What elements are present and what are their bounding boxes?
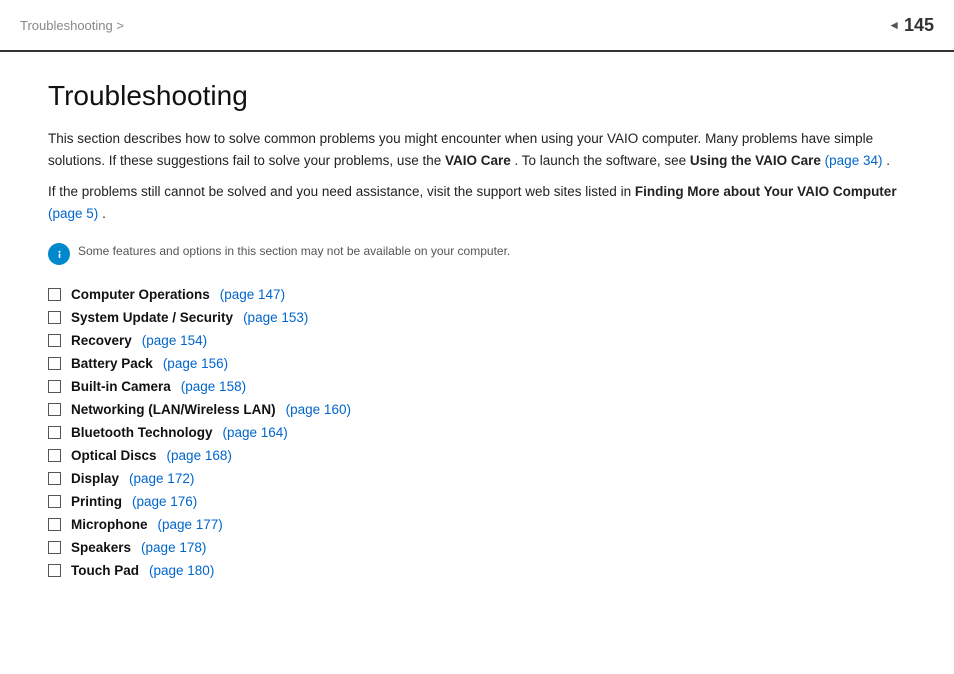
toc-item: Optical Discs (page 168) xyxy=(48,448,906,463)
toc-item: Recovery (page 154) xyxy=(48,333,906,348)
page-34-link[interactable]: (page 34) xyxy=(825,153,883,168)
toc-item: Battery Pack (page 156) xyxy=(48,356,906,371)
toc-item-link[interactable]: (page 147) xyxy=(220,287,285,302)
toc-item-link[interactable]: (page 177) xyxy=(158,517,223,532)
toc-checkbox xyxy=(48,426,61,439)
toc-item-label: Speakers xyxy=(71,540,131,555)
toc-item: Printing (page 176) xyxy=(48,494,906,509)
toc-item: System Update / Security (page 153) xyxy=(48,310,906,325)
toc-checkbox xyxy=(48,564,61,577)
vaio-care-bold: VAIO Care xyxy=(445,153,511,168)
toc-item-link[interactable]: (page 180) xyxy=(149,563,214,578)
toc-item-link[interactable]: (page 153) xyxy=(243,310,308,325)
toc-checkbox xyxy=(48,518,61,531)
toc-checkbox xyxy=(48,472,61,485)
toc-list: Computer Operations (page 147) System Upd… xyxy=(48,287,906,578)
toc-checkbox xyxy=(48,449,61,462)
toc-checkbox xyxy=(48,403,61,416)
header: Troubleshooting > 145 xyxy=(0,0,954,52)
toc-item-label: Optical Discs xyxy=(71,448,157,463)
toc-item: Computer Operations (page 147) xyxy=(48,287,906,302)
toc-item-link[interactable]: (page 154) xyxy=(142,333,207,348)
toc-item-link[interactable]: (page 160) xyxy=(286,402,351,417)
toc-item-label: Touch Pad xyxy=(71,563,139,578)
toc-item: Microphone (page 177) xyxy=(48,517,906,532)
toc-item-link[interactable]: (page 158) xyxy=(181,379,246,394)
toc-checkbox xyxy=(48,380,61,393)
main-content: Troubleshooting This section describes h… xyxy=(0,52,954,614)
toc-item-link[interactable]: (page 164) xyxy=(223,425,288,440)
toc-item-link[interactable]: (page 156) xyxy=(163,356,228,371)
finding-more-bold: Finding More about Your VAIO Computer xyxy=(635,184,897,199)
toc-item-link[interactable]: (page 176) xyxy=(132,494,197,509)
intro-text-1c: . xyxy=(886,153,890,168)
toc-item: Touch Pad (page 180) xyxy=(48,563,906,578)
toc-checkbox xyxy=(48,495,61,508)
toc-item: Bluetooth Technology (page 164) xyxy=(48,425,906,440)
toc-item: Built-in Camera (page 158) xyxy=(48,379,906,394)
toc-item-label: Bluetooth Technology xyxy=(71,425,213,440)
note-icon xyxy=(48,243,70,265)
toc-item-label: Networking (LAN/Wireless LAN) xyxy=(71,402,276,417)
intro-text-1b: . To launch the software, see xyxy=(515,153,690,168)
toc-checkbox xyxy=(48,311,61,324)
breadcrumb: Troubleshooting > xyxy=(20,18,124,33)
toc-item-label: Recovery xyxy=(71,333,132,348)
note-box: Some features and options in this sectio… xyxy=(48,242,906,265)
toc-item-label: Printing xyxy=(71,494,122,509)
note-text: Some features and options in this sectio… xyxy=(78,242,510,260)
toc-item-link[interactable]: (page 178) xyxy=(141,540,206,555)
using-vaio-care-bold: Using the VAIO Care xyxy=(690,153,821,168)
toc-item-label: System Update / Security xyxy=(71,310,233,325)
intro-text-2a: If the problems still cannot be solved a… xyxy=(48,184,635,199)
toc-item-label: Battery Pack xyxy=(71,356,153,371)
toc-item-link[interactable]: (page 172) xyxy=(129,471,194,486)
intro-paragraph-2: If the problems still cannot be solved a… xyxy=(48,181,906,224)
toc-item-link[interactable]: (page 168) xyxy=(167,448,232,463)
toc-checkbox xyxy=(48,334,61,347)
toc-item-label: Display xyxy=(71,471,119,486)
toc-item: Speakers (page 178) xyxy=(48,540,906,555)
toc-item-label: Computer Operations xyxy=(71,287,210,302)
intro-paragraph-1: This section describes how to solve comm… xyxy=(48,128,906,171)
page-number: 145 xyxy=(888,15,934,36)
intro-text-2b: . xyxy=(102,206,106,221)
toc-checkbox xyxy=(48,357,61,370)
page-5-link[interactable]: (page 5) xyxy=(48,206,98,221)
toc-checkbox xyxy=(48,288,61,301)
toc-item-label: Built-in Camera xyxy=(71,379,171,394)
toc-item-label: Microphone xyxy=(71,517,148,532)
toc-checkbox xyxy=(48,541,61,554)
page-title: Troubleshooting xyxy=(48,80,906,112)
toc-item: Networking (LAN/Wireless LAN) (page 160) xyxy=(48,402,906,417)
toc-item: Display (page 172) xyxy=(48,471,906,486)
info-icon xyxy=(53,248,66,261)
